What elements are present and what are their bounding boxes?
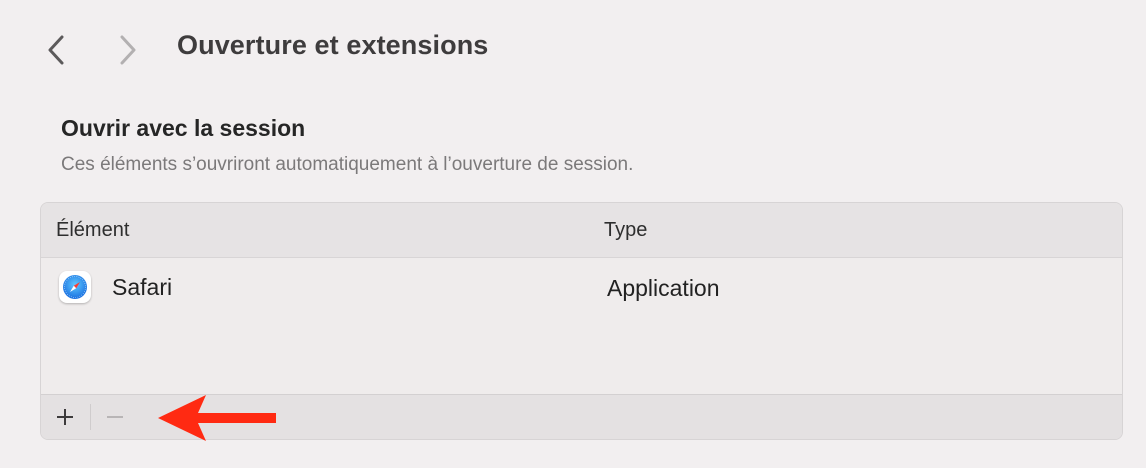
add-button[interactable]: [41, 395, 89, 439]
table-row[interactable]: Safari Application: [41, 258, 1122, 318]
forward-button[interactable]: [108, 28, 148, 72]
remove-button[interactable]: [91, 395, 139, 439]
item-type: Application: [607, 275, 720, 301]
table-header: Élément Type: [41, 203, 1122, 258]
section-title: Ouvrir avec la session: [61, 115, 306, 141]
chevron-right-icon: [120, 35, 136, 65]
minus-icon: [107, 416, 123, 418]
chevron-left-icon: [48, 35, 64, 65]
back-button[interactable]: [36, 28, 76, 72]
safari-icon: [59, 271, 91, 303]
page-title: Ouverture et extensions: [177, 30, 489, 60]
item-name: Safari: [112, 274, 173, 300]
toolbar: Ouverture et extensions: [0, 0, 1146, 100]
section-description: Ces éléments s’ouvriront automatiquement…: [61, 154, 634, 175]
column-header-type[interactable]: Type: [604, 219, 647, 242]
annotation-arrow-icon: [158, 395, 276, 441]
column-header-element[interactable]: Élément: [56, 219, 129, 242]
plus-icon: [57, 409, 73, 425]
